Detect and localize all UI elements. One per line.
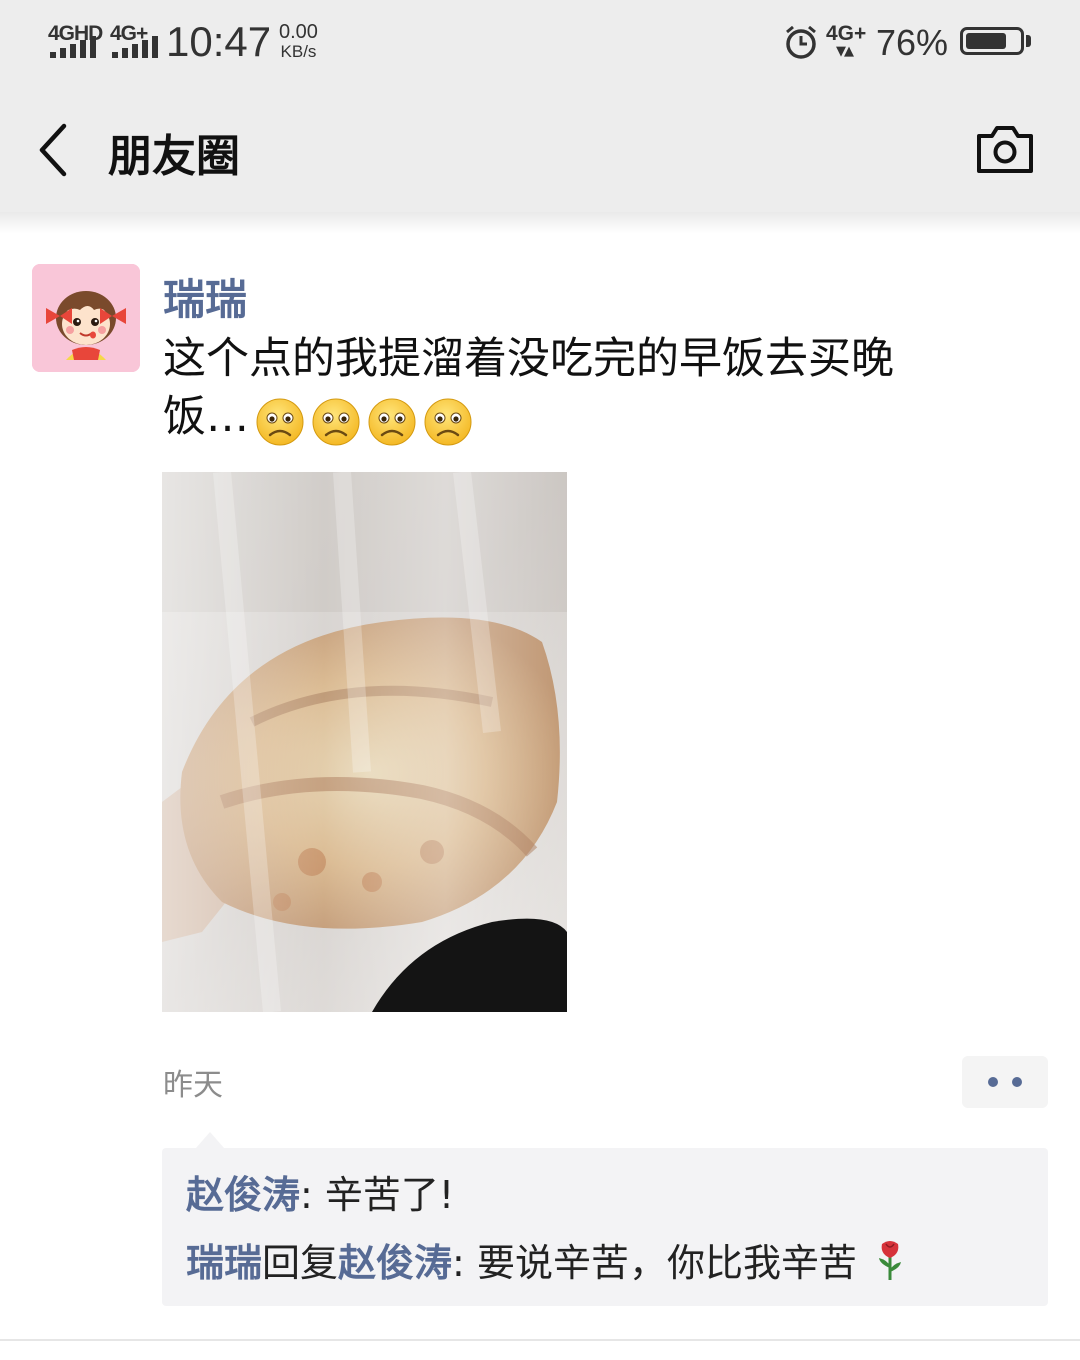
signal-icon: [112, 36, 160, 58]
battery-percent: 76%: [876, 22, 949, 63]
comment-item[interactable]: 赵俊涛: 辛苦了!: [186, 1164, 454, 1219]
alarm-icon: [786, 26, 816, 59]
comment-text: 辛苦了!: [324, 1173, 455, 1217]
data-activity-icon: ▼▲: [836, 44, 854, 59]
post-photo[interactable]: [162, 472, 567, 1012]
comments-panel: 赵俊涛: 辛苦了! 瑞瑞回复赵俊涛: 要说辛苦，你比我辛苦: [162, 1148, 1048, 1306]
page-title: 朋友圈: [108, 131, 240, 182]
more-actions-button[interactable]: [962, 1056, 1048, 1108]
comment-text: 要说辛苦，你比我辛苦: [476, 1241, 857, 1285]
sim2-signal: 4G+: [110, 22, 160, 60]
comment-author[interactable]: 瑞瑞: [186, 1241, 262, 1285]
net-speed: 0.00 KB/s: [279, 21, 318, 61]
net-speed-value: 0.00: [279, 21, 318, 43]
comment-separator: :: [300, 1173, 325, 1217]
sim1-signal: 4GHD: [48, 22, 104, 60]
reply-target[interactable]: 赵俊涛: [338, 1241, 452, 1285]
comment-author[interactable]: 赵俊涛: [186, 1173, 300, 1217]
battery-icon: [960, 27, 1024, 55]
data-network-label: 4G+: [826, 22, 867, 45]
status-time: 10:47: [166, 18, 272, 65]
comments-pointer: [196, 1132, 224, 1148]
post-time: 昨天: [163, 1068, 223, 1103]
topbar-divider: [0, 212, 1080, 234]
sad-face-emoji-icon: [368, 398, 416, 446]
back-arrow-icon[interactable]: [34, 122, 74, 178]
food-in-bag-photo: [162, 472, 567, 1012]
post-author-name[interactable]: 瑞瑞: [163, 266, 247, 327]
emoji-row: [249, 391, 473, 449]
reply-word: 回复: [262, 1241, 339, 1285]
rose-emoji-icon: [879, 1241, 902, 1280]
avatar[interactable]: [32, 264, 140, 372]
battery-level-fill: [966, 33, 1006, 49]
comment-item[interactable]: 瑞瑞回复赵俊涛: 要说辛苦，你比我辛苦: [186, 1232, 905, 1287]
battery-tip: [1026, 35, 1031, 47]
post-content: 这个点的我提溜着没吃完的早饭去买晚饭…: [163, 330, 963, 449]
sad-face-emoji-icon: [256, 398, 304, 446]
post-divider: [0, 1339, 1080, 1341]
camera-icon[interactable]: [974, 124, 1036, 176]
signal-icon: [50, 36, 98, 58]
net-speed-unit: KB/s: [280, 42, 317, 61]
top-bar: 4GHD 4G+ 10:47 0.00 KB/s 4G+ ▼▲ 76% 朋友圈: [0, 0, 1080, 212]
sad-face-emoji-icon: [424, 398, 472, 446]
comment-separator: :: [452, 1241, 477, 1285]
cartoon-girl-avatar-icon: [32, 264, 140, 372]
sad-face-emoji-icon: [312, 398, 360, 446]
